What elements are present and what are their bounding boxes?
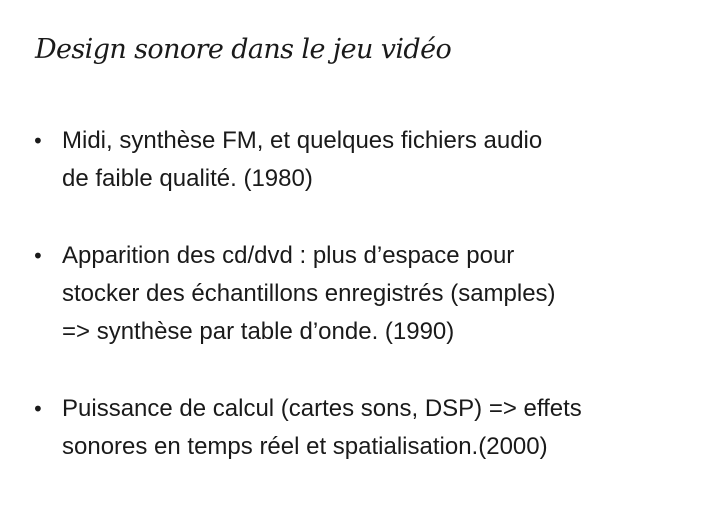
bullet-line: de faible qualité. (1980) xyxy=(62,165,313,192)
bullet-line: Puissance de calcul (cartes sons, DSP) =… xyxy=(62,395,582,422)
bullet-item-2000: • Puissance de calcul (cartes sons, DSP)… xyxy=(30,390,690,466)
bullet-item-1980: • Midi, synthèse FM, et quelques fichier… xyxy=(30,122,690,198)
bullet-item-1990: • Apparition des cd/dvd : plus d’espace … xyxy=(30,237,690,351)
bullet-dot-icon: • xyxy=(32,244,44,268)
bullet-line: => synthèse par table d’onde. (1990) xyxy=(62,318,455,345)
bullet-line: Midi, synthèse FM, et quelques fichiers … xyxy=(62,127,543,154)
slide: Design sonore dans le jeu vidéo • Midi, … xyxy=(0,0,711,528)
bullet-list: • Midi, synthèse FM, et quelques fichier… xyxy=(30,122,690,505)
bullet-dot-icon: • xyxy=(32,129,44,153)
bullet-line: Apparition des cd/dvd : plus d’espace po… xyxy=(62,242,515,269)
bullet-line: sonores en temps réel et spatialisation.… xyxy=(62,433,548,460)
slide-title: Design sonore dans le jeu vidéo xyxy=(35,34,452,65)
bullet-dot-icon: • xyxy=(32,397,44,421)
bullet-line: stocker des échantillons enregistrés (sa… xyxy=(62,280,556,307)
